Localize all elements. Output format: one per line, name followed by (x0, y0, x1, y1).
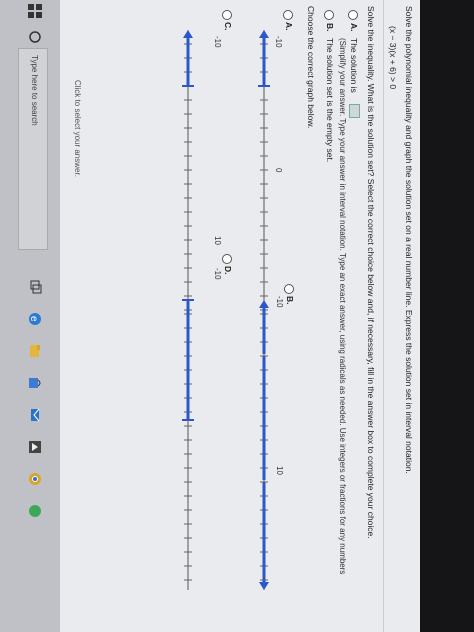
choice-a-hint: (Simplify your answer. Type your answer … (338, 38, 347, 575)
graph-b-number-line[interactable] (247, 300, 272, 600)
graph-a-label: A. (284, 22, 294, 31)
divider (383, 0, 384, 632)
chrome-icon[interactable] (26, 472, 42, 488)
bezel-edge (420, 0, 474, 632)
graph-c-tick-left: -10 (213, 36, 222, 48)
graph-a-radio[interactable] (283, 10, 293, 20)
graph-b-tick-right: 10 (275, 466, 284, 475)
footer-hint: Click to select your answer. (73, 80, 82, 177)
screen: Solve the polynomial inequality and grap… (0, 0, 420, 632)
graph-b-label: B. (285, 296, 295, 305)
edge-icon[interactable]: e (26, 312, 42, 328)
question-page: Solve the polynomial inequality and grap… (60, 0, 420, 632)
graph-b-radio[interactable] (284, 284, 294, 294)
graph-a-tick-mid: 0 (274, 168, 283, 173)
graph-d-tick-left: -10 (213, 268, 222, 280)
graph-d-radio[interactable] (222, 254, 232, 264)
app-icon[interactable] (26, 504, 42, 520)
instruction-text: Solve the polynomial inequality and grap… (404, 6, 414, 474)
taskbar: Type here to search e (0, 0, 60, 632)
rotated-view: Solve the polynomial inequality and grap… (0, 0, 420, 632)
file-explorer-icon[interactable] (26, 344, 42, 360)
choice-a-text: The solution is (349, 38, 359, 93)
graph-d-number-line[interactable] (171, 299, 196, 600)
graph-c-number-line[interactable] (171, 30, 196, 330)
graph-c-label: C. (223, 22, 233, 31)
cortana-icon[interactable] (26, 30, 42, 46)
inequality-expression: (x − 3)(x + 6) > 0 (388, 26, 398, 90)
generic-app-icon[interactable] (26, 440, 42, 456)
store-icon[interactable] (26, 376, 42, 392)
graph-b-tick-left: -10 (275, 296, 284, 308)
answer-box[interactable] (349, 104, 360, 118)
graph-a-tick-left: -10 (274, 36, 283, 48)
search-placeholder: Type here to search (30, 55, 39, 126)
mail-icon[interactable] (26, 408, 42, 424)
graph-c-radio[interactable] (222, 10, 232, 20)
choice-a-label: A. (349, 23, 359, 32)
choice-b-radio[interactable] (324, 10, 334, 20)
task-view-icon[interactable] (26, 280, 42, 296)
svg-text:e: e (28, 316, 39, 322)
prompt-text: Solve the inequality. What is the soluti… (366, 6, 376, 539)
choice-a-radio[interactable] (348, 10, 358, 20)
choice-b-label: B. (325, 23, 335, 32)
graph-prompt: Choose the correct graph below. (306, 6, 316, 129)
choice-b-text: The solution set is the empty set. (325, 38, 335, 163)
graph-d-label: D. (223, 266, 233, 275)
graph-a-number-line[interactable] (247, 30, 272, 330)
graph-d-tick-right: 10 (213, 236, 222, 245)
taskbar-search[interactable]: Type here to search (18, 48, 48, 250)
windows-icon[interactable] (26, 4, 42, 20)
photo-frame: Solve the polynomial inequality and grap… (0, 0, 474, 632)
